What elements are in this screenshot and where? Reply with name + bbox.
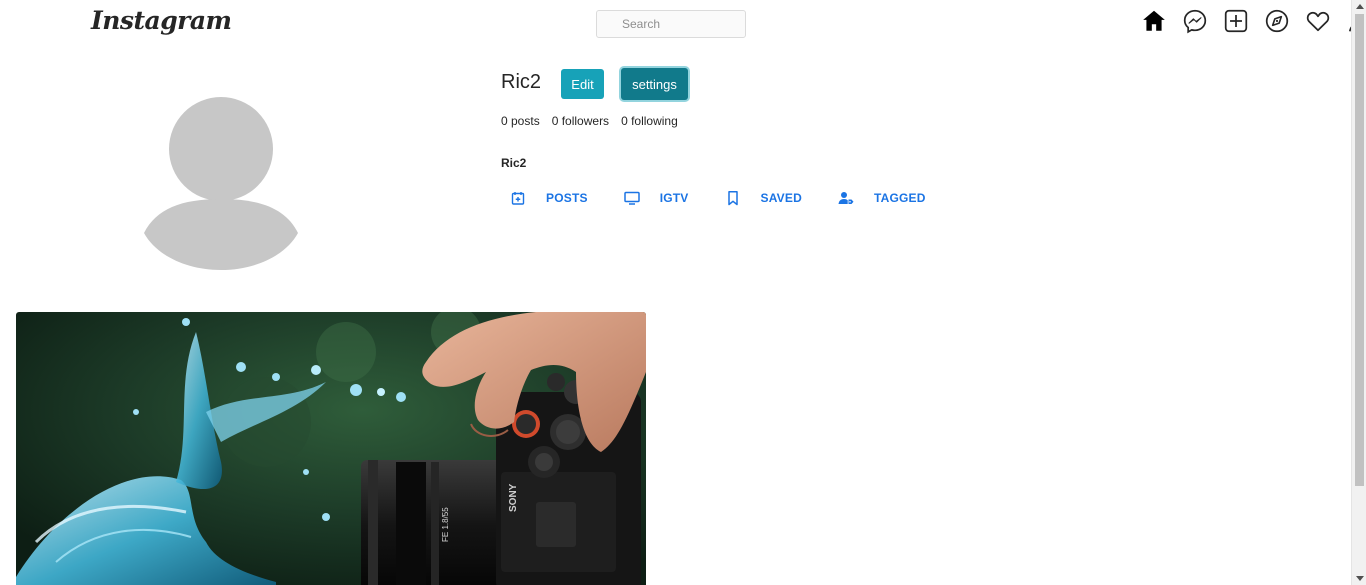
scroll-down-arrow-icon[interactable] xyxy=(1356,576,1364,581)
tab-posts-label: POSTS xyxy=(546,191,588,205)
settings-button[interactable]: settings xyxy=(621,68,688,100)
tab-tagged[interactable]: TAGGED xyxy=(838,190,926,206)
tab-saved-label: SAVED xyxy=(760,191,802,205)
messenger-icon[interactable] xyxy=(1181,7,1209,35)
post-image-camera-splash[interactable]: FE 1.8/55 SONY xyxy=(16,312,646,585)
page-scrollbar[interactable] xyxy=(1351,0,1366,585)
tab-posts[interactable]: POSTS xyxy=(510,190,588,206)
home-icon[interactable] xyxy=(1140,7,1168,35)
profile-display-name: Ric2 xyxy=(501,156,527,170)
profile-avatar[interactable] xyxy=(141,95,301,270)
calendar-icon xyxy=(510,190,526,206)
tab-igtv-label: IGTV xyxy=(659,191,689,205)
tab-tagged-label: TAGGED xyxy=(873,191,926,205)
instagram-profile-page: Instagram Ric2 Edit settings 0 posts 0 f… xyxy=(0,0,1366,585)
followers-count[interactable]: 0 followers xyxy=(552,114,609,128)
tag-user-icon xyxy=(838,190,854,206)
profile-username: Ric2 xyxy=(501,71,542,93)
posts-count[interactable]: 0 posts xyxy=(501,114,540,128)
scroll-thumb[interactable] xyxy=(1355,14,1364,486)
new-post-icon[interactable] xyxy=(1222,7,1250,35)
edit-profile-button[interactable]: Edit xyxy=(561,69,604,99)
activity-heart-icon[interactable] xyxy=(1304,7,1332,35)
tab-saved[interactable]: SAVED xyxy=(725,190,802,206)
instagram-logo[interactable]: Instagram xyxy=(91,6,232,35)
tv-icon xyxy=(623,190,640,206)
svg-text:FE 1.8/55: FE 1.8/55 xyxy=(441,507,450,542)
profile-tabs: POSTS IGTV SAVED TAGGED xyxy=(510,190,962,206)
scroll-up-arrow-icon[interactable] xyxy=(1356,4,1364,9)
svg-text:SONY: SONY xyxy=(508,483,519,512)
search-input[interactable] xyxy=(596,10,746,38)
top-nav-icons xyxy=(1140,7,1366,35)
following-count[interactable]: 0 following xyxy=(621,114,678,128)
tab-igtv[interactable]: IGTV xyxy=(623,190,689,206)
profile-stats: 0 posts 0 followers 0 following xyxy=(501,114,690,128)
explore-icon[interactable] xyxy=(1263,7,1291,35)
bookmark-icon xyxy=(725,190,741,206)
